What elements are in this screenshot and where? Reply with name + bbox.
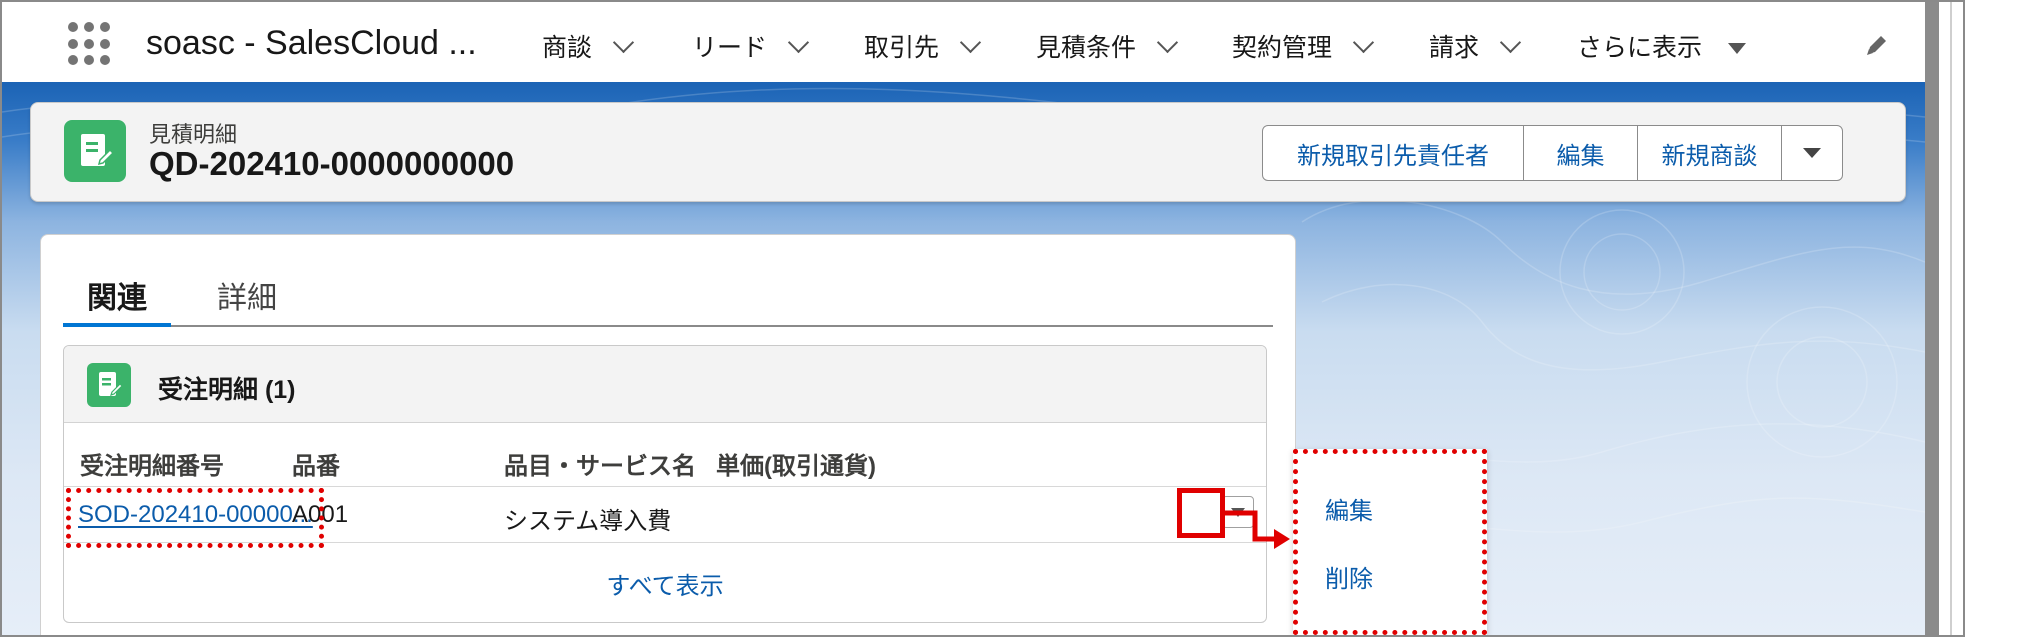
app-window: soasc - SalesCloud ... 商談 リード 取引先 見積条件 契…: [0, 0, 1965, 637]
chevron-down-icon[interactable]: [959, 31, 982, 54]
new-contact-button[interactable]: 新規取引先責任者: [1262, 125, 1524, 181]
nav-item-account[interactable]: 取引先: [864, 28, 982, 64]
highlight-order-number: [66, 488, 324, 548]
nav-item-label: 見積条件: [1036, 34, 1137, 62]
chevron-down-icon[interactable]: [787, 31, 810, 54]
related-list-order-lines: 受注明細 (1) 受注明細番号 品番 品目・サービス名 単価(取引通貨) SOD…: [63, 345, 1267, 623]
column-header-product-name: 品目・サービス名: [504, 453, 696, 480]
column-header-number: 受注明細番号: [80, 453, 224, 480]
edit-button[interactable]: 編集: [1523, 125, 1638, 181]
pencil-icon[interactable]: [1864, 32, 1890, 58]
column-header-product-code: 品番: [292, 453, 340, 480]
chevron-down-icon[interactable]: [1352, 31, 1375, 54]
app-name: soasc - SalesCloud ...: [146, 24, 477, 62]
chevron-down-icon[interactable]: [1499, 31, 1522, 54]
caret-down-icon: [1803, 148, 1821, 158]
column-header-unit-price: 単価(取引通貨): [716, 453, 876, 480]
nav-item-label: 取引先: [864, 34, 940, 62]
nav-item-quote-terms[interactable]: 見積条件: [1036, 28, 1179, 64]
document-icon: [87, 363, 131, 407]
tab-related[interactable]: 関連: [87, 273, 147, 317]
nav-item-opportunity[interactable]: 商談: [542, 28, 635, 64]
record-title: QD-202410-0000000000: [149, 145, 515, 182]
view-all-link[interactable]: すべて表示: [64, 566, 1266, 601]
header-action-group: 新規取引先責任者 編集 新規商談: [1262, 125, 1843, 181]
related-list-title[interactable]: 受注明細 (1): [158, 370, 296, 406]
nav-item-label: さらに表示: [1577, 34, 1703, 62]
active-tab-indicator: [63, 323, 171, 327]
chevron-down-icon[interactable]: [612, 31, 635, 54]
global-nav: soasc - SalesCloud ... 商談 リード 取引先 見積条件 契…: [2, 2, 1925, 83]
highlight-row-menu-items: [1293, 449, 1487, 635]
window-edge: [1925, 2, 1939, 635]
record-header: 見積明細 QD-202410-0000000000 新規取引先責任者 編集 新規…: [30, 102, 1906, 202]
document-icon: [64, 120, 126, 182]
more-actions-button[interactable]: [1781, 125, 1843, 181]
chevron-down-icon[interactable]: [1156, 31, 1179, 54]
window-edge-line: [1950, 2, 1952, 635]
highlight-row-menu: [1177, 488, 1225, 538]
tab-details[interactable]: 詳細: [217, 273, 277, 317]
nav-item-billing[interactable]: 請求: [1429, 28, 1522, 64]
row-divider: [64, 486, 1266, 487]
nav-item-more[interactable]: さらに表示: [1577, 28, 1747, 64]
new-opportunity-button[interactable]: 新規商談: [1637, 125, 1782, 181]
product-name-cell: システム導入費: [504, 508, 672, 535]
related-list-header: 受注明細 (1): [64, 346, 1266, 423]
nav-item-label: 契約管理: [1232, 34, 1333, 62]
tabs-card: 関連 詳細 受注明細 (1) 受注明細番号 品番 品目・サービス名 単価(取引通…: [40, 234, 1296, 635]
nav-item-lead[interactable]: リード: [692, 28, 810, 64]
caret-down-icon[interactable]: [1728, 43, 1747, 54]
app-launcher-icon[interactable]: [68, 22, 112, 66]
nav-item-contract[interactable]: 契約管理: [1232, 28, 1375, 64]
arrow-icon: [1224, 510, 1290, 549]
nav-item-label: 商談: [542, 34, 593, 62]
nav-item-label: リード: [692, 34, 768, 62]
nav-item-label: 請求: [1429, 34, 1480, 62]
tab-divider: [63, 325, 1273, 327]
